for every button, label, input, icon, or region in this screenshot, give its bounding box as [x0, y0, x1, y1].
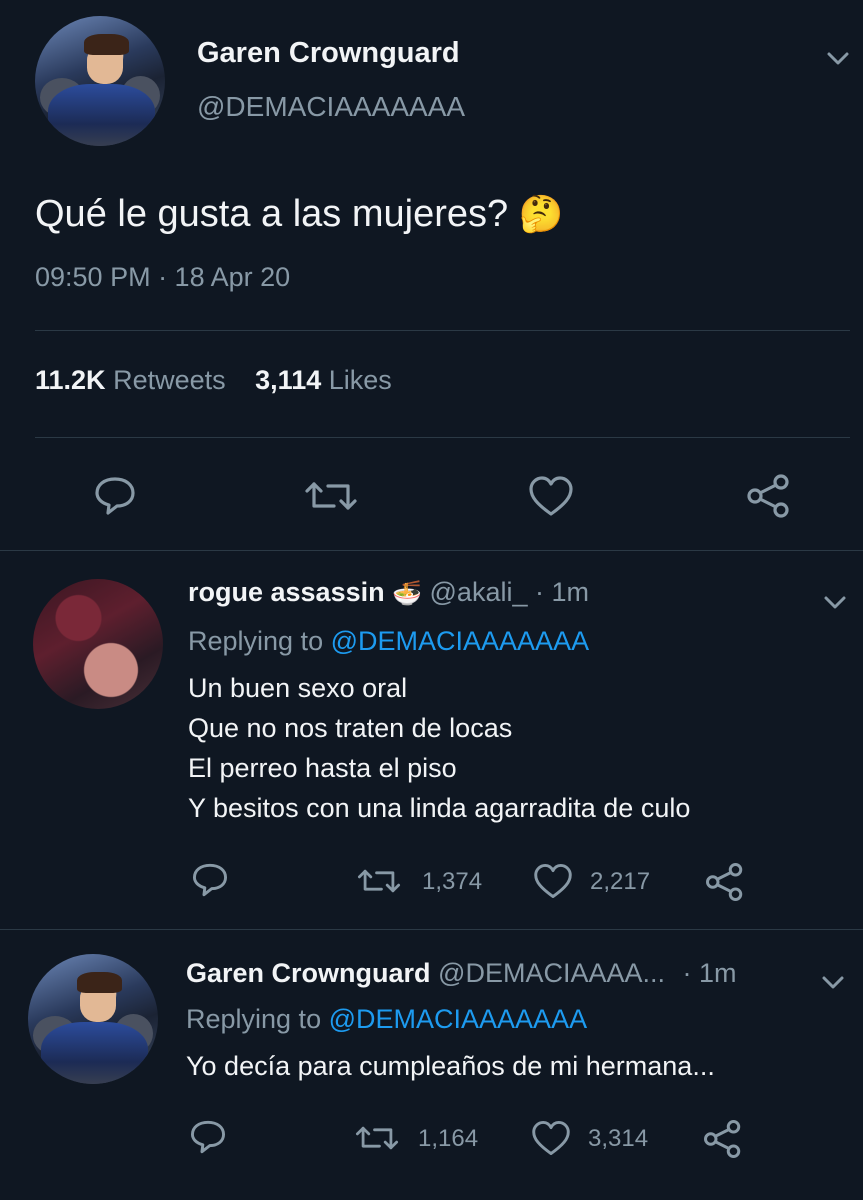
retweet-icon[interactable] — [304, 474, 358, 518]
like-icon[interactable] — [530, 1119, 572, 1157]
avatar[interactable] — [28, 954, 158, 1084]
retweet-count: 1,164 — [418, 1125, 479, 1152]
retweet-count: 1,374 — [422, 868, 483, 895]
chevron-down-icon[interactable] — [821, 973, 845, 991]
like-count: 2,217 — [590, 868, 651, 895]
divider — [35, 437, 850, 438]
share-icon[interactable] — [702, 1118, 744, 1160]
tweet-text-content: Qué le gusta a las mujeres? — [35, 193, 509, 235]
reply-icon[interactable] — [190, 861, 230, 899]
avatar[interactable] — [33, 579, 163, 709]
likes-count[interactable]: 3,114 — [255, 365, 321, 395]
tweet-actions — [0, 468, 863, 522]
mention-link[interactable]: @DEMACIAAAAAAA — [329, 1004, 587, 1034]
tweet-stats: 11.2K Retweets 3,114 Likes — [35, 365, 392, 396]
reply-tweet[interactable]: rogue assassin 🍜 @akali_ · 1m Replying t… — [0, 551, 863, 929]
like-icon[interactable] — [527, 474, 575, 518]
reply-icon[interactable] — [188, 1118, 228, 1156]
share-icon[interactable] — [704, 861, 746, 903]
author-handle[interactable]: @DEMACIAAAA... — [438, 958, 665, 988]
like-count: 3,314 — [588, 1125, 649, 1152]
reply-line: Y besitos con una linda agarradita de cu… — [188, 793, 691, 823]
reply-time[interactable]: · 1m — [683, 958, 737, 988]
reply-text: Yo decía para cumpleaños de mi hermana..… — [186, 1046, 715, 1086]
likes-label[interactable]: Likes — [329, 365, 392, 395]
author-handle[interactable]: @DEMACIAAAAAAA — [197, 91, 465, 123]
reply-line: Un buen sexo oral — [188, 673, 408, 703]
reply-icon[interactable] — [92, 474, 138, 518]
divider — [35, 330, 850, 331]
author-name[interactable]: Garen Crownguard — [197, 37, 460, 70]
replying-to: Replying to @DEMACIAAAAAAA — [186, 1004, 587, 1035]
like-icon[interactable] — [532, 862, 574, 900]
thinking-emoji: 🤔 — [518, 193, 564, 234]
author-handle[interactable]: @akali_ — [430, 577, 528, 607]
tweet-timestamp[interactable]: 09:50 PM · 18 Apr 20 — [35, 262, 290, 293]
replying-prefix: Replying to — [186, 1004, 322, 1034]
tweet-text: Qué le gusta a las mujeres? 🤔 — [35, 193, 564, 236]
replying-prefix: Replying to — [188, 626, 324, 656]
retweet-icon[interactable] — [354, 1120, 400, 1156]
replying-to: Replying to @DEMACIAAAAAAA — [188, 626, 589, 657]
author-name[interactable]: rogue assassin — [188, 577, 385, 607]
tweet-thread-page: Garen Crownguard @DEMACIAAAAAAA Qué le g… — [0, 0, 863, 1200]
ramen-emoji: 🍜 — [392, 580, 422, 607]
chevron-down-icon[interactable] — [825, 48, 851, 68]
retweets-label[interactable]: Retweets — [113, 365, 226, 395]
reply-line: Que no nos traten de locas — [188, 713, 513, 743]
reply-time[interactable]: · 1m — [535, 577, 589, 607]
main-tweet: Garen Crownguard @DEMACIAAAAAAA Qué le g… — [0, 0, 863, 550]
reply-line: El perreo hasta el piso — [188, 753, 457, 783]
reply-header: Garen Crownguard @DEMACIAAAA... · 1m — [186, 958, 737, 989]
reply-tweet[interactable]: Garen Crownguard @DEMACIAAAA... · 1m Rep… — [0, 930, 863, 1200]
retweets-count[interactable]: 11.2K — [35, 365, 106, 395]
mention-link[interactable]: @DEMACIAAAAAAA — [331, 626, 589, 656]
chevron-down-icon[interactable] — [823, 593, 847, 611]
share-icon[interactable] — [745, 472, 793, 520]
reply-line: Yo decía para cumpleaños de mi hermana..… — [186, 1051, 715, 1081]
retweet-icon[interactable] — [356, 863, 402, 899]
avatar[interactable] — [35, 16, 165, 146]
reply-text: Un buen sexo oral Que no nos traten de l… — [188, 668, 690, 828]
reply-header: rogue assassin 🍜 @akali_ · 1m — [188, 577, 589, 608]
author-name[interactable]: Garen Crownguard — [186, 958, 431, 988]
